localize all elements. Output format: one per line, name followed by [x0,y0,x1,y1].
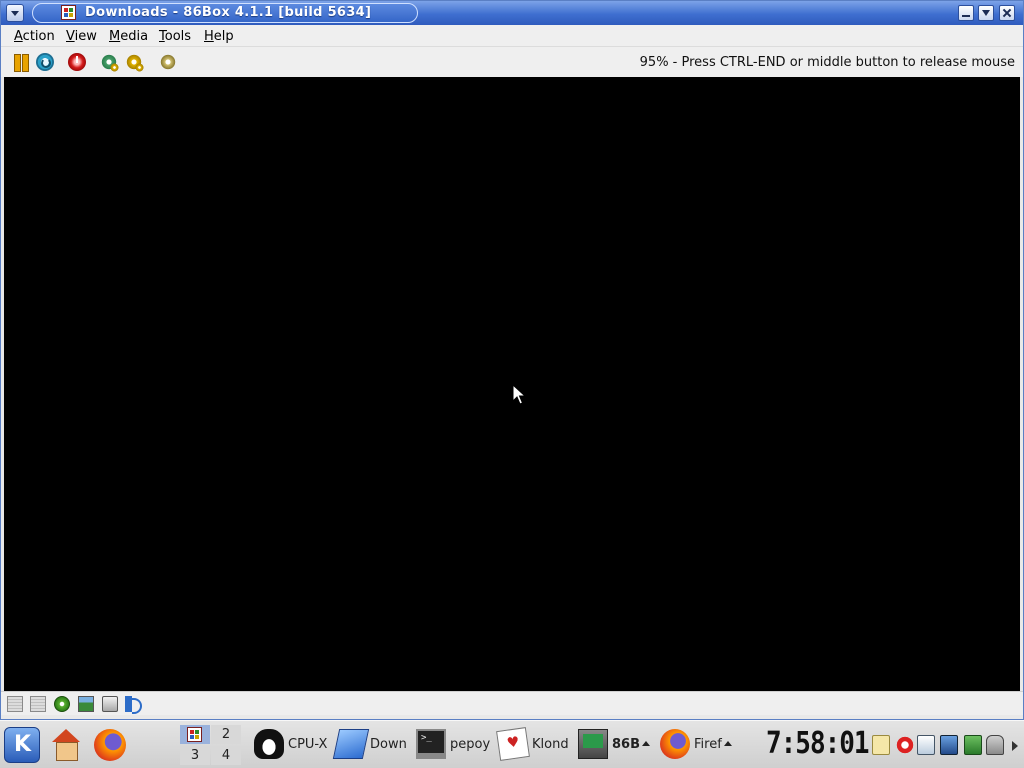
status-bar [1,691,1023,715]
task-firefox[interactable]: Firef [660,727,738,763]
menu-action[interactable]: Action [14,29,55,44]
terminal-icon [416,729,446,759]
home-icon[interactable] [50,729,82,761]
power-icon[interactable] [68,53,86,71]
mouse-capture-status: 95% - Press CTRL-END or middle button to… [639,55,1015,70]
display-icon[interactable] [940,735,958,755]
title-bar[interactable]: Downloads - 86Box 4.1.1 [build 5634] [1,1,1023,25]
task-label: 86B [612,737,656,752]
pager-desktop-1[interactable] [180,725,210,744]
menu-tools[interactable]: Tools [159,29,191,44]
task-86box-text: 86B [612,737,640,752]
task-klondike[interactable]: Klond [496,727,572,763]
close-icon[interactable] [999,5,1015,21]
clock[interactable]: 7:58:01 [766,727,870,762]
task-label: CPU-X [288,737,328,752]
maximize-icon[interactable] [978,5,994,21]
task-label: pepoy [450,737,490,752]
window-title: Downloads - 86Box 4.1.1 [build 5634] [85,5,372,20]
task-label: Down [370,737,407,752]
pager-desktop-2[interactable]: 2 [211,725,241,744]
clipboard-icon[interactable] [917,735,935,755]
cards-icon [496,727,530,761]
task-terminal[interactable]: pepoy [416,727,490,763]
task-label: Firef [694,737,738,752]
86box-app-icon [61,5,76,20]
taskbar: 2 3 4 CPU-X Down pepoy Klond 86B Firef 7… [0,720,1024,768]
pager-desktop-4[interactable]: 4 [211,746,241,765]
kde-menu-icon[interactable] [4,727,40,763]
window-menu-icon[interactable] [6,4,24,22]
menu-help[interactable]: Help [204,29,234,44]
cdrom-icon[interactable] [54,696,70,712]
sound-icon[interactable] [125,696,142,714]
ctrl-alt-del-icon[interactable] [100,53,119,72]
menu-bar: Action View Media Tools Help [1,25,1023,47]
lock-icon[interactable] [986,735,1004,755]
firefox-icon[interactable] [94,729,126,761]
menu-view[interactable]: View [66,29,97,44]
task-downloads[interactable]: Down [332,727,410,763]
network-error-icon[interactable] [896,735,914,755]
floppy-2-icon[interactable] [30,696,46,712]
tray-expand-icon[interactable] [1012,741,1018,751]
86box-icon [578,729,608,759]
task-86box[interactable]: 86B [578,727,656,763]
firefox-icon [660,729,690,759]
reset-icon[interactable] [36,53,54,71]
update-icon[interactable] [964,735,982,755]
task-cpu-x[interactable]: CPU-X [254,727,328,763]
settings-icon[interactable] [159,53,177,71]
desktop-pager: 2 3 4 [180,725,242,765]
pager-desktop-3[interactable]: 3 [180,746,210,765]
group-arrow-icon [723,741,732,746]
group-arrow-icon [642,741,650,746]
task-label: Klond [532,737,569,752]
emulator-screen[interactable] [4,77,1020,691]
minimize-icon[interactable] [958,5,974,21]
hard-disk-icon[interactable] [102,696,118,712]
network-icon[interactable] [78,696,94,712]
klipper-icon[interactable] [872,735,890,755]
86box-app-icon [187,727,202,742]
folder-icon [332,729,370,759]
toolbar: 95% - Press CTRL-END or middle button to… [1,47,1023,77]
task-firefox-text: Firef [694,737,722,752]
ctrl-alt-esc-icon[interactable] [125,53,144,72]
menu-media[interactable]: Media [109,29,148,44]
floppy-1-icon[interactable] [7,696,23,712]
tux-icon [254,729,284,759]
86box-window: Downloads - 86Box 4.1.1 [build 5634] Act… [0,0,1024,720]
pause-icon[interactable] [13,53,31,72]
